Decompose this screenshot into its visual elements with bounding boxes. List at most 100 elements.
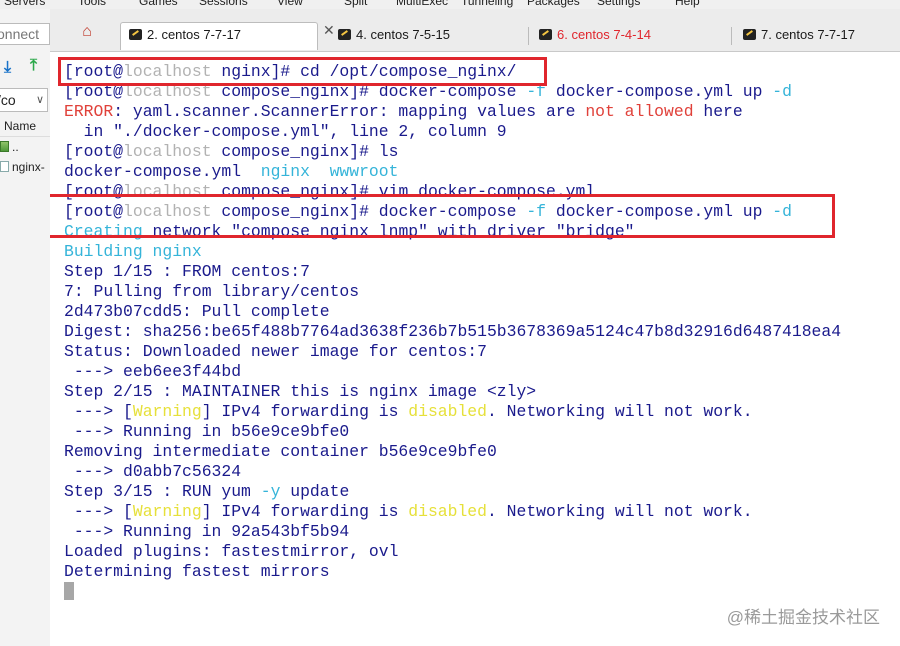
tab-session-6[interactable]: 6. centos 7-4-14 [531, 23, 731, 49]
terminal-line: Step 1/15 : FROM centos:7 [64, 262, 841, 282]
path-select[interactable]: /co ∨ [0, 88, 48, 112]
terminal-line: Removing intermediate container b56e9ce9… [64, 442, 841, 462]
terminal-line: ---> d0abb7c56324 [64, 462, 841, 482]
file-name: nginx- [12, 160, 45, 174]
terminal-line: Step 3/15 : RUN yum -y update [64, 482, 841, 502]
terminal-text: : yaml.scanner.ScannerError: mapping val… [113, 102, 586, 121]
terminal-text: . Networking will not work. [486, 402, 753, 421]
terminal-text: here [693, 102, 743, 121]
terminal-text: 7: Pulling from library/centos [64, 282, 360, 301]
terminal-line: 7: Pulling from library/centos [64, 282, 841, 302]
file-icon [0, 161, 9, 172]
terminal-text: ] IPv4 forwarding is [201, 402, 409, 421]
terminal-text: nginx wwwroot [260, 162, 399, 181]
terminal-text: Removing intermediate container b56e9ce9… [64, 442, 497, 461]
text-cursor [64, 582, 74, 600]
terminal-text: ---> [ [64, 402, 133, 421]
tab-session-2[interactable]: 2. centos 7-7-17 [120, 22, 318, 50]
terminal-output[interactable]: [root@localhost nginx]# cd /opt/compose_… [50, 52, 900, 646]
terminal-text: 2d473b07cdd5: Pull complete [64, 302, 330, 321]
watermark: @稀土掘金技术社区 [726, 608, 880, 627]
terminal-line: Status: Downloaded newer image for cento… [64, 342, 841, 362]
file-name: .. [12, 140, 19, 154]
upload-icon[interactable]: ⤒ [30, 58, 37, 74]
terminal-text: Warning [132, 402, 202, 421]
terminal-line: ---> [Warning] IPv4 forwarding is disabl… [64, 402, 841, 422]
terminal-line: Loaded plugins: fastestmirror, ovl [64, 542, 841, 562]
tab-label: 2. centos 7-7-17 [147, 27, 241, 42]
terminal-text: Digest: sha256:be65f488b7764ad3638f236b7… [64, 322, 842, 341]
terminal-text: Warning [132, 502, 202, 521]
chevron-down-icon: ∨ [35, 94, 44, 106]
terminal-line: 2d473b07cdd5: Pull complete [64, 302, 841, 322]
terminal-text: ---> eeb6ee3f44bd [64, 362, 242, 381]
tab-label: 6. centos 7-4-14 [557, 27, 651, 42]
terminal-line: ---> Running in b56e9ce9bfe0 [64, 422, 841, 442]
menu-sessions[interactable]: Sessions [199, 0, 248, 8]
menu-packages[interactable]: Packages [527, 0, 580, 8]
terminal-text: localhost [123, 142, 212, 161]
terminal-icon [129, 29, 142, 40]
menu-games[interactable]: Games [139, 0, 178, 8]
terminal-line: in "./docker-compose.yml", line 2, colum… [64, 122, 841, 142]
terminal-line: [root@localhost compose_nginx]# ls [64, 142, 841, 162]
menu-settings[interactable]: Settings [597, 0, 640, 8]
terminal-text: . Networking will not work. [486, 502, 753, 521]
folder-up-icon [0, 141, 9, 152]
file-row[interactable]: .. [0, 138, 50, 156]
terminal-text: docker-compose.yml up [546, 82, 773, 101]
terminal-text: not allowed [585, 102, 694, 121]
terminal-line: Determining fastest mirrors [64, 562, 841, 582]
download-icon[interactable]: ⤓ [4, 60, 11, 76]
menu-tunneling[interactable]: Tunneling [461, 0, 513, 8]
terminal-lines: [root@localhost nginx]# cd /opt/compose_… [64, 62, 841, 602]
menu-view[interactable]: View [277, 0, 303, 8]
terminal-icon [539, 29, 552, 40]
terminal-text: ] IPv4 forwarding is [201, 502, 409, 521]
terminal-text: Step 3/15 : RUN yum [64, 482, 261, 501]
terminal-text: ---> [ [64, 502, 133, 521]
home-icon[interactable]: ⌂ [77, 22, 97, 42]
terminal-line: Building nginx [64, 242, 841, 262]
terminal-text: Status: Downloaded newer image for cento… [64, 342, 487, 361]
terminal-icon [338, 29, 351, 40]
highlight-box-compose-up [50, 194, 835, 238]
tab-divider [731, 27, 732, 45]
highlight-box-cd-command [58, 57, 547, 86]
terminal-text: docker-compose.yml [64, 162, 261, 181]
tab-session-7[interactable]: 7. centos 7-7-17 [735, 23, 900, 49]
terminal-text: compose_nginx]# ls [211, 142, 399, 161]
quick-connect-input[interactable]: onnect [0, 23, 50, 45]
terminal-text: [root@ [64, 142, 124, 161]
menu-bar: Servers Tools Games Sessions View Split … [0, 0, 900, 9]
terminal-text: Step 1/15 : FROM centos:7 [64, 262, 310, 281]
terminal-text: ERROR [64, 102, 114, 121]
menu-tools[interactable]: Tools [78, 0, 106, 8]
terminal-text: in "./docker-compose.yml", line 2, colum… [64, 122, 507, 141]
terminal-line: ---> eeb6ee3f44bd [64, 362, 841, 382]
terminal-text: ---> Running in 92a543bf5b94 [64, 522, 350, 541]
terminal-line: Step 2/15 : MAINTAINER this is nginx ima… [64, 382, 841, 402]
tab-session-4[interactable]: 4. centos 7-5-15 [330, 23, 530, 49]
menu-multiexec[interactable]: MultiExec [396, 0, 448, 8]
terminal-line: Digest: sha256:be65f488b7764ad3638f236b7… [64, 322, 841, 342]
terminal-text: Loaded plugins: fastestmirror, ovl [64, 542, 399, 561]
terminal-text: -d [772, 82, 792, 101]
tab-label: 7. centos 7-7-17 [761, 27, 855, 42]
terminal-line: docker-compose.yml nginx wwwroot [64, 162, 841, 182]
menu-help[interactable]: Help [675, 0, 700, 8]
tab-divider [528, 27, 529, 45]
terminal-text: Step 2/15 : MAINTAINER this is nginx ima… [64, 382, 537, 401]
terminal-text: disabled [408, 402, 487, 421]
menu-split[interactable]: Split [344, 0, 367, 8]
sftp-sidebar: onnect ⤓ ⤒ /co ∨ Name .. nginx- [0, 9, 51, 646]
column-header-name[interactable]: Name [0, 115, 50, 137]
terminal-text: Determining fastest mirrors [64, 562, 330, 581]
terminal-text: disabled [408, 502, 487, 521]
menu-servers[interactable]: Servers [4, 0, 45, 8]
terminal-line: ERROR: yaml.scanner.ScannerError: mappin… [64, 102, 841, 122]
terminal-icon [743, 29, 756, 40]
terminal-text: update [280, 482, 350, 501]
file-row[interactable]: nginx- [0, 158, 50, 176]
terminal-text: ---> d0abb7c56324 [64, 462, 242, 481]
